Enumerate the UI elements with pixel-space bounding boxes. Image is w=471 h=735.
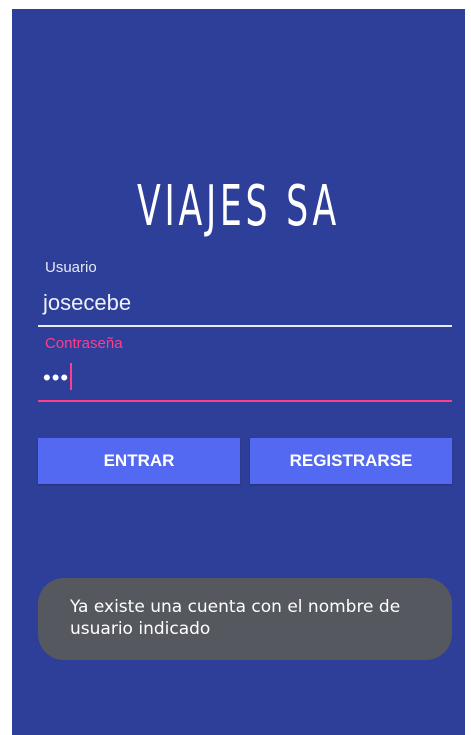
toast-message: Ya existe una cuenta con el nombre de us…	[38, 578, 452, 660]
app-screen: VIAJES SA Usuario josecebe Contraseña ••…	[12, 9, 465, 735]
password-field[interactable]: •••	[43, 362, 73, 393]
password-label: Contraseña	[45, 335, 123, 352]
text-cursor	[70, 362, 73, 390]
password-underline	[38, 400, 452, 402]
app-title: VIAJES SA	[137, 174, 340, 239]
login-button[interactable]: ENTRAR	[38, 438, 240, 484]
username-label: Usuario	[45, 259, 97, 276]
password-input[interactable]: •••	[43, 365, 69, 390]
username-underline	[38, 325, 452, 327]
username-input[interactable]: josecebe	[43, 290, 131, 316]
register-button[interactable]: REGISTRARSE	[250, 438, 452, 484]
